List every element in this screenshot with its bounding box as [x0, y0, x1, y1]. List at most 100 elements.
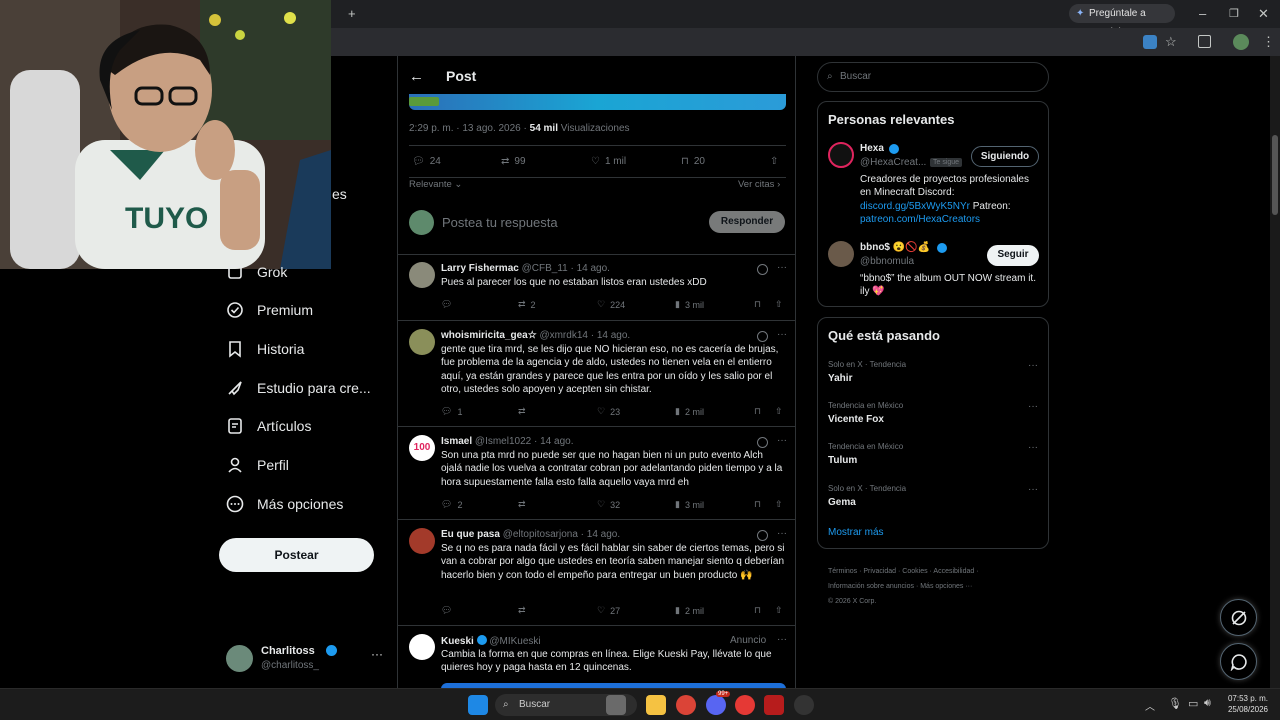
more-icon[interactable]: ··· [777, 435, 787, 446]
profile-avatar[interactable] [1233, 34, 1249, 50]
views-button[interactable]: ▮ 2 mil [675, 406, 704, 417]
person-name[interactable]: bbno$ 😮🚫💰 [860, 242, 930, 253]
repost-button[interactable]: ⇄ [518, 499, 531, 510]
show-more-link[interactable]: Mostrar más [828, 527, 884, 538]
windows-start-icon[interactable] [468, 695, 488, 715]
share-button[interactable]: ⇧ [770, 156, 778, 167]
volume-icon[interactable]: 🔊︎ [1204, 697, 1211, 710]
views-button[interactable]: ▮ 3 mil [675, 299, 704, 310]
bookmark-button[interactable]: ⊓ [754, 299, 761, 310]
bookmark-star-icon[interactable]: ☆ [1165, 34, 1177, 50]
network-icon[interactable]: ▭ [1188, 697, 1198, 710]
nav-item-perfil[interactable]: Perfil [226, 450, 289, 480]
reply-submit-button[interactable]: Responder [709, 211, 785, 233]
like-button[interactable]: ♡ 23 [597, 406, 620, 417]
post-button[interactable]: Postear [219, 538, 374, 572]
sort-dropdown[interactable]: Relevante ⌄ [409, 179, 462, 190]
repost-button[interactable]: ⇄ [518, 406, 531, 417]
reply-tweet[interactable]: Larry Fishermac @CFB_11 · 14 ago. ··· Pu… [398, 255, 795, 321]
reply-input[interactable]: Postea tu respuesta [442, 215, 558, 230]
discord-icon[interactable] [706, 695, 726, 715]
nav-item-articulos[interactable]: Artículos [226, 411, 311, 441]
reply-tweet[interactable]: Eu que pasa @eltopitosarjona · 14 ago. ·… [398, 521, 795, 626]
like-button[interactable]: ♡ 1 mil [591, 156, 626, 167]
avatar[interactable] [828, 241, 854, 267]
grok-icon[interactable] [757, 530, 768, 541]
follow-button[interactable]: Seguir [987, 245, 1039, 266]
account-switcher[interactable]: Charlitoss @charlitoss_ ··· [226, 643, 386, 675]
promoted-tweet[interactable]: Kueski @MIKueski Anuncio ··· Cambia la f… [398, 627, 795, 688]
person-name[interactable]: Hexa [860, 143, 884, 154]
reply-button[interactable]: 💬︎ [441, 605, 457, 616]
reply-button[interactable]: 💬︎ 24 [412, 156, 441, 167]
extensions-icon[interactable] [1198, 35, 1211, 48]
more-icon[interactable]: ··· [777, 634, 787, 645]
more-icon[interactable]: ··· [1028, 484, 1038, 495]
reply-button[interactable]: 💬︎ 2 [441, 499, 462, 510]
youtube-icon[interactable] [735, 695, 755, 715]
share-button[interactable]: ⇧ [775, 299, 783, 310]
reply-tweet[interactable]: 100 Ismael @Ismel1022 · 14 ago. ··· Son … [398, 428, 795, 520]
more-icon[interactable]: ··· [777, 262, 787, 273]
gemini-button[interactable]: ✦ Pregúntale a Gemini [1069, 4, 1175, 38]
more-icon[interactable]: ··· [1028, 360, 1038, 371]
menu-kebab-icon[interactable]: ⋮ [1262, 34, 1275, 50]
share-button[interactable]: ⇧ [775, 406, 783, 417]
quotes-link[interactable]: Ver citas › [738, 179, 780, 190]
microphone-icon[interactable]: 🎙︎ [1168, 697, 1182, 710]
grok-fab-button[interactable] [1220, 599, 1257, 636]
taskbar-clock[interactable]: 07:53 p. m. 25/08/2026 [1222, 693, 1268, 715]
post-media[interactable] [409, 94, 786, 110]
reply-button[interactable]: 💬︎ 1 [441, 406, 462, 417]
new-tab-button[interactable]: + [348, 6, 356, 22]
trend-item[interactable]: Tendencia en México Tulum [828, 442, 903, 466]
views-button[interactable]: ▮ 3 mil [675, 499, 704, 510]
nav-item-historia[interactable]: Historia [226, 334, 304, 364]
repost-button[interactable]: ⇄ 99 [501, 156, 526, 167]
messages-fab-button[interactable] [1220, 643, 1257, 680]
trend-item[interactable]: Solo en X · Tendencia Yahir [828, 360, 906, 384]
minimize-button[interactable]: – [1199, 6, 1206, 22]
share-button[interactable]: ⇧ [775, 499, 783, 510]
task-view-icon[interactable] [606, 695, 626, 715]
footer-line[interactable]: Términos · Privacidad · Cookies · Accesi… [828, 564, 979, 579]
more-icon[interactable]: ··· [1028, 401, 1038, 412]
chrome-icon[interactable] [676, 695, 696, 715]
bookmark-button[interactable]: ⊓ [754, 605, 761, 616]
reply-button[interactable]: 💬︎ [441, 299, 457, 310]
bookmark-button[interactable]: ⊓ [754, 499, 761, 510]
nav-item-mas-opciones[interactable]: Más opciones [226, 489, 343, 519]
bookmark-button[interactable]: ⊓ 20 [681, 156, 705, 167]
back-arrow-icon[interactable]: ← [409, 68, 424, 85]
app-icon[interactable] [764, 695, 784, 715]
repost-button[interactable]: ⇄ [518, 605, 531, 616]
grok-icon[interactable] [757, 331, 768, 342]
search-input[interactable]: ⌕ Buscar [817, 62, 1049, 92]
avatar[interactable] [828, 142, 854, 168]
nav-item-premium[interactable]: Premium [226, 295, 313, 325]
more-icon[interactable]: ··· [1028, 442, 1038, 453]
scrollbar-thumb[interactable] [1272, 135, 1278, 215]
like-button[interactable]: ♡ 224 [597, 299, 625, 310]
obs-icon[interactable] [794, 695, 814, 715]
restore-button[interactable]: ❐ [1229, 6, 1239, 22]
cast-icon[interactable] [1143, 35, 1157, 49]
trend-item[interactable]: Solo en X · Tendencia Gema [828, 484, 906, 508]
share-button[interactable]: ⇧ [775, 605, 783, 616]
close-window-button[interactable]: ✕ [1258, 6, 1269, 22]
more-icon[interactable]: ··· [777, 528, 787, 539]
bio-link[interactable]: discord.gg/5BxWyK5NYr [860, 201, 970, 212]
like-button[interactable]: ♡ 32 [597, 499, 620, 510]
views-button[interactable]: ▮ 2 mil [675, 605, 704, 616]
bookmark-button[interactable]: ⊓ [754, 406, 761, 417]
reply-tweet[interactable]: whoismiricita_gea☆ @xmrdk14 · 14 ago. ··… [398, 322, 795, 427]
grok-icon[interactable] [757, 264, 768, 275]
grok-icon[interactable] [757, 437, 768, 448]
nav-item-estudio[interactable]: Estudio para cre... [226, 373, 371, 403]
chevron-up-icon[interactable]: ︿ [1145, 698, 1155, 713]
bio-link[interactable]: patreon.com/HexaCreators [860, 214, 980, 225]
more-icon[interactable]: ··· [777, 329, 787, 340]
like-button[interactable]: ♡ 27 [597, 605, 620, 616]
following-button[interactable]: Siguiendo [971, 146, 1039, 167]
footer-line[interactable]: Información sobre anuncios · Más opcione… [828, 579, 979, 594]
